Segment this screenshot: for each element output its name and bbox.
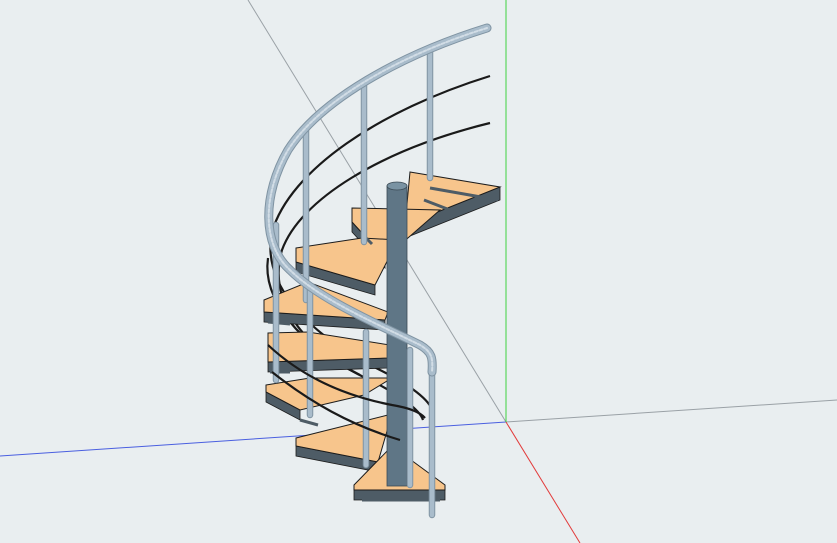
viewport-background	[0, 0, 837, 543]
column-cap	[386, 181, 408, 191]
scene-canvas[interactable]	[0, 0, 837, 543]
3d-viewport[interactable]	[0, 0, 837, 543]
